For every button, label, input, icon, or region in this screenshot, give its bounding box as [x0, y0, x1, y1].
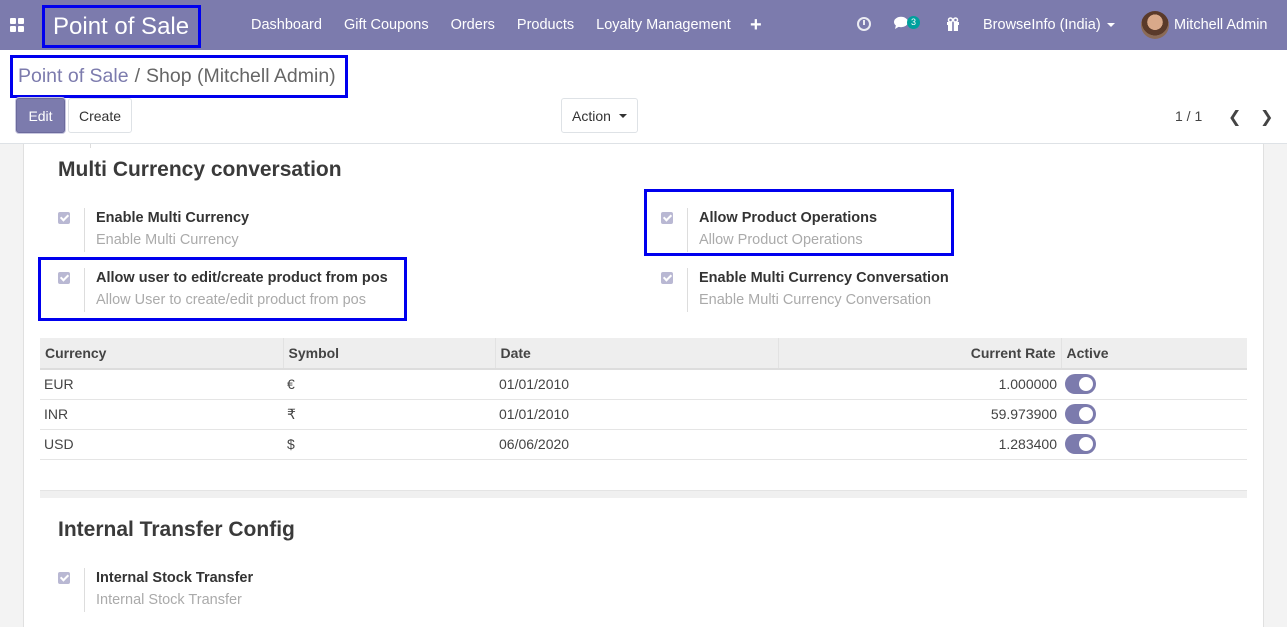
- chevron-down-icon: [1106, 23, 1115, 28]
- active-toggle[interactable]: [1065, 374, 1096, 395]
- divider: [84, 208, 85, 252]
- divider: [687, 208, 688, 252]
- enable-multi-currency-checkbox[interactable]: [58, 212, 70, 224]
- create-button[interactable]: Create: [68, 98, 132, 133]
- active-toggle[interactable]: [1065, 434, 1096, 454]
- top-navbar: Point of Sale Dashboard Gift Coupons Ord…: [0, 0, 1287, 50]
- table-row[interactable]: INR ₹ 01/01/2010 59.973900: [40, 399, 1247, 430]
- divider: [84, 568, 85, 612]
- cell-symbol: €: [283, 369, 495, 400]
- column-header-active[interactable]: Active: [1061, 338, 1247, 370]
- company-name: BrowseInfo (India): [983, 17, 1101, 33]
- cell-symbol: $: [283, 429, 495, 460]
- cell-rate: 59.973900: [778, 399, 1061, 430]
- app-brand[interactable]: Point of Sale: [42, 5, 201, 48]
- cell-rate: 1.283400: [778, 429, 1061, 460]
- cell-currency: EUR: [40, 369, 283, 400]
- breadcrumb: Point of Sale / Shop (Mitchell Admin): [10, 55, 348, 98]
- currency-table: Currency Symbol Date Current Rate Active…: [40, 338, 1247, 460]
- pager-next-icon[interactable]: ❯: [1260, 107, 1273, 127]
- menu-item-gift-coupons[interactable]: Gift Coupons: [333, 0, 440, 50]
- cell-active: [1061, 369, 1247, 400]
- edit-button[interactable]: Edit: [16, 98, 65, 133]
- cell-currency: INR: [40, 399, 283, 430]
- chevron-down-icon: [618, 113, 627, 118]
- allow-product-operations-checkbox[interactable]: [661, 212, 673, 224]
- gift-icon[interactable]: [946, 17, 960, 35]
- column-header-date[interactable]: Date: [495, 338, 779, 370]
- section-separator: [40, 490, 1247, 498]
- setting-description: Allow Product Operations: [699, 232, 863, 248]
- main-menu: Dashboard Gift Coupons Orders Products L…: [240, 0, 742, 50]
- highlight-box: [38, 257, 407, 321]
- setting-description: Internal Stock Transfer: [96, 592, 242, 608]
- menu-item-dashboard[interactable]: Dashboard: [240, 0, 333, 50]
- table-row[interactable]: USD $ 06/06/2020 1.283400: [40, 429, 1247, 460]
- plus-icon[interactable]: +: [750, 15, 762, 35]
- cell-date: 01/01/2010: [495, 369, 778, 400]
- cell-symbol: ₹: [283, 399, 495, 430]
- setting-description: Enable Multi Currency: [96, 232, 239, 248]
- cell-active: [1061, 429, 1247, 460]
- setting-label: Allow Product Operations: [699, 210, 878, 226]
- column-header-currency[interactable]: Currency: [40, 338, 284, 370]
- enable-multi-currency-conversation-checkbox[interactable]: [661, 272, 673, 284]
- clock-icon[interactable]: [857, 17, 871, 31]
- divider: [84, 268, 85, 312]
- cell-rate: 1.000000: [778, 369, 1061, 400]
- section-title-internal-transfer: Internal Transfer Config: [58, 518, 295, 541]
- active-toggle[interactable]: [1065, 404, 1096, 424]
- user-menu[interactable]: Mitchell Admin: [1174, 0, 1267, 50]
- setting-label: Enable Multi Currency: [96, 210, 250, 226]
- internal-stock-transfer-checkbox[interactable]: [58, 572, 70, 584]
- setting-description: Allow User to create/edit product from p…: [96, 292, 366, 308]
- menu-item-loyalty-management[interactable]: Loyalty Management: [585, 0, 742, 50]
- chat-count-badge: 3: [907, 16, 921, 29]
- cell-date: 06/06/2020: [495, 429, 778, 460]
- action-dropdown[interactable]: Action: [561, 98, 638, 133]
- section-title-multi-currency: Multi Currency conversation: [58, 158, 342, 181]
- pager-value[interactable]: 1 / 1: [1175, 108, 1202, 124]
- column-header-current-rate[interactable]: Current Rate: [778, 338, 1062, 370]
- table-row[interactable]: EUR € 01/01/2010 1.000000: [40, 369, 1247, 400]
- column-header-symbol[interactable]: Symbol: [283, 338, 496, 370]
- breadcrumb-current: Shop (Mitchell Admin): [146, 65, 336, 87]
- breadcrumb-separator: /: [134, 65, 140, 87]
- cell-active: [1061, 399, 1247, 430]
- pager-prev-icon[interactable]: ❮: [1228, 107, 1241, 127]
- setting-label: Enable Multi Currency Conversation: [699, 270, 949, 286]
- cell-currency: USD: [40, 429, 283, 460]
- setting-description: Enable Multi Currency Conversation: [699, 292, 932, 308]
- control-panel: Point of Sale / Shop (Mitchell Admin) Ed…: [0, 50, 1287, 144]
- menu-item-orders[interactable]: Orders: [440, 0, 506, 50]
- setting-label: Allow user to edit/create product from p…: [96, 270, 388, 286]
- table-header-row: Currency Symbol Date Current Rate Active: [40, 338, 1247, 370]
- divider: [687, 268, 688, 312]
- setting-label: Internal Stock Transfer: [96, 570, 254, 586]
- breadcrumb-parent[interactable]: Point of Sale: [18, 65, 129, 88]
- cell-date: 01/01/2010: [495, 399, 778, 430]
- action-label: Action: [572, 107, 611, 124]
- apps-grid-icon[interactable]: [10, 18, 24, 32]
- avatar[interactable]: [1141, 11, 1169, 39]
- menu-item-products[interactable]: Products: [506, 0, 585, 50]
- divider: [90, 144, 91, 148]
- allow-edit-create-product-checkbox[interactable]: [58, 272, 70, 284]
- company-switcher[interactable]: BrowseInfo (India): [983, 0, 1115, 50]
